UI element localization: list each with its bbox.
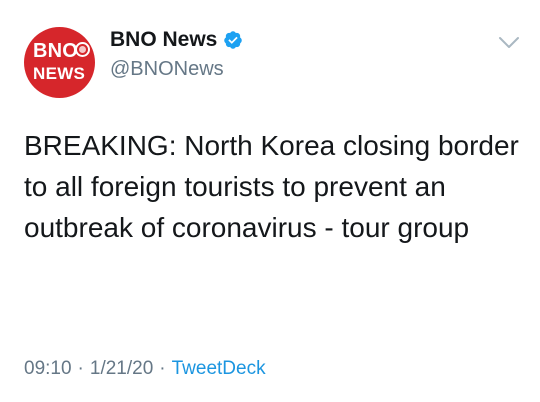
metadata-separator: ·: [77, 358, 84, 379]
tweet-time[interactable]: 09:10: [24, 357, 72, 381]
display-name[interactable]: BNO News: [110, 28, 217, 52]
tweet-metadata: 09:10 · 1/21/20 · TweetDeck: [24, 357, 266, 381]
avatar-logo-text-top: BNO: [33, 40, 79, 62]
tweet-card: BNO NEWS BNO News @BNONews BREAKING: Nor…: [0, 0, 540, 402]
author-name-row: BNO News: [110, 28, 243, 52]
avatar-logo-text-bottom: NEWS: [33, 64, 86, 83]
tweet-text: BREAKING: North Korea closing border to …: [24, 130, 519, 243]
chevron-down-icon[interactable]: [498, 36, 520, 50]
globe-icon: [75, 42, 90, 57]
tweet-date[interactable]: 1/21/20: [90, 357, 153, 381]
verified-badge-icon: [224, 31, 243, 49]
avatar[interactable]: BNO NEWS: [24, 27, 95, 98]
metadata-separator: ·: [159, 358, 166, 379]
tweet-source-link[interactable]: TweetDeck: [172, 357, 266, 381]
account-handle[interactable]: @BNONews: [110, 57, 224, 81]
